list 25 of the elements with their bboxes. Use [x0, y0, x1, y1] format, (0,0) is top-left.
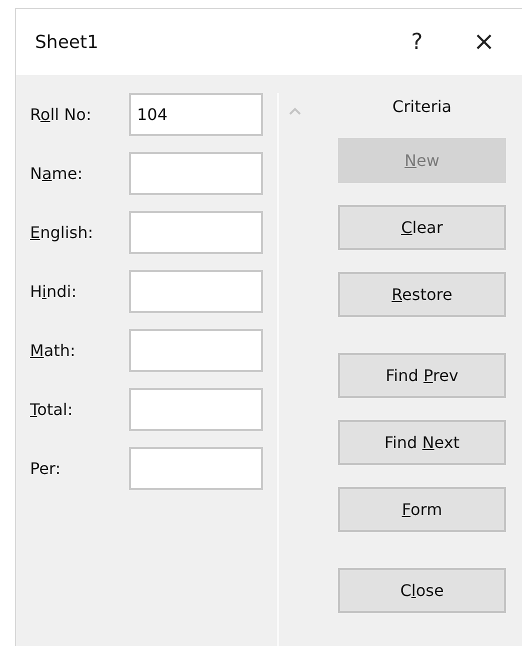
field-label: Roll No:: [30, 105, 92, 124]
scroll-up-icon[interactable]: [289, 107, 301, 115]
input-field[interactable]: 104: [129, 93, 263, 136]
window-title: Sheet1: [35, 32, 98, 52]
dialog-button[interactable]: Find Prev: [338, 353, 506, 398]
input-field[interactable]: [129, 270, 263, 313]
field-label: Math:: [30, 341, 76, 360]
dialog-button[interactable]: Close: [338, 568, 506, 613]
help-button[interactable]: ?: [388, 20, 446, 64]
field-label: Total:: [30, 400, 74, 419]
field-label: Hindi:: [30, 282, 78, 301]
field-label: Per:: [30, 459, 62, 478]
close-button[interactable]: ×: [446, 20, 522, 64]
field-label: English:: [30, 223, 94, 242]
input-field[interactable]: [129, 388, 263, 431]
input-field[interactable]: [129, 329, 263, 372]
dialog-button[interactable]: Find Next: [338, 420, 506, 465]
dialog-button[interactable]: Form: [338, 487, 506, 532]
input-field[interactable]: [129, 447, 263, 490]
mode-label: Criteria: [392, 96, 452, 118]
input-field[interactable]: [129, 211, 263, 254]
input-field[interactable]: [129, 152, 263, 195]
dialog-button[interactable]: Clear: [338, 205, 506, 250]
field-label: Name:: [30, 164, 84, 183]
dialog-button[interactable]: Restore: [338, 272, 506, 317]
